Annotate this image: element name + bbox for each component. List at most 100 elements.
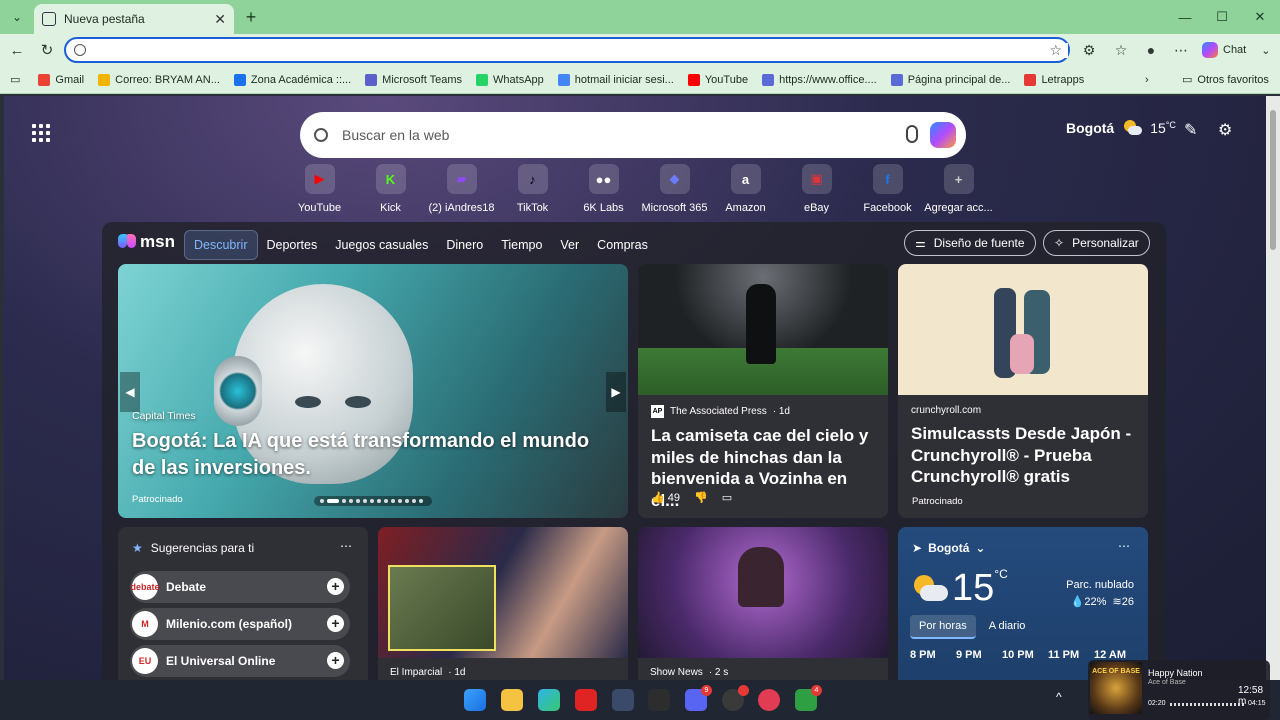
notion-icon[interactable] <box>648 689 670 711</box>
microphone-icon[interactable] <box>906 125 918 143</box>
bookmark-item[interactable]: Microsoft Teams <box>365 73 462 86</box>
tab-hourly[interactable]: Por horas <box>910 615 976 639</box>
other-favorites[interactable]: ▭ Otros favoritos <box>1182 73 1269 87</box>
quick-link[interactable]: f Facebook <box>852 164 923 214</box>
tab-4[interactable]: Tiempo <box>492 231 551 259</box>
quick-link[interactable]: ●● 6K Labs <box>568 164 639 214</box>
font-design-button[interactable]: ⚌ Diseño de fuente <box>904 230 1036 256</box>
bookmark-item[interactable]: Gmail <box>38 73 85 86</box>
quick-link[interactable]: ▣ eBay <box>781 164 852 214</box>
copilot-chat-button[interactable]: Chat ⌄ <box>1202 39 1270 61</box>
quick-link[interactable]: a Amazon <box>710 164 781 214</box>
scrollbar-thumb[interactable] <box>1270 110 1276 250</box>
follow-plus-icon[interactable]: + <box>327 615 344 632</box>
steam-icon[interactable] <box>722 685 749 711</box>
weather-location: Bogotá <box>928 541 970 555</box>
discord-icon[interactable]: 9 <box>685 685 712 711</box>
carousel-next-button[interactable]: ▶ <box>606 372 626 412</box>
edge-icon[interactable] <box>538 689 560 711</box>
start-icon[interactable] <box>464 689 486 711</box>
browser-tab[interactable]: Nueva pestaña ✕ <box>34 4 234 34</box>
weather-summary[interactable]: Bogotá 15°C <box>1066 120 1176 136</box>
news-card[interactable]: El Imparcial · 1d <box>378 527 628 680</box>
chevron-right-icon[interactable]: › <box>1145 74 1149 86</box>
xbox-icon[interactable]: 4 <box>795 685 822 711</box>
new-tab-button[interactable]: + <box>240 6 262 28</box>
follow-plus-icon[interactable]: + <box>327 578 344 595</box>
media-player-icon[interactable] <box>758 689 780 711</box>
close-tab-icon[interactable]: ✕ <box>214 11 226 28</box>
bookmark-item[interactable]: Zona Académica ::... <box>233 73 351 86</box>
quick-link[interactable]: ▶ YouTube <box>284 164 355 214</box>
more-options-icon[interactable]: ⋯ <box>1118 539 1130 553</box>
tab-1[interactable]: Deportes <box>258 231 327 259</box>
news-card[interactable]: AP The Associated Press · 1d La camiseta… <box>638 264 888 518</box>
address-input[interactable] <box>94 42 1068 58</box>
quick-link[interactable]: ♪ TikTok <box>497 164 568 214</box>
bookmark-item[interactable]: Letrapps <box>1024 73 1084 86</box>
tab-5[interactable]: Ver <box>551 231 588 259</box>
like-button[interactable]: 👍 49 <box>651 491 680 504</box>
reading-list-icon[interactable]: ▭ <box>10 73 20 86</box>
quick-link[interactable]: K Kick <box>355 164 426 214</box>
bookmark-label: Gmail <box>55 73 85 86</box>
more-menu-icon[interactable]: ⋯ <box>1170 39 1192 61</box>
suggestion-row[interactable]: debate Debate + <box>130 571 350 603</box>
tab-2[interactable]: Juegos casuales <box>326 231 437 259</box>
msn-logo[interactable]: msn <box>118 232 175 252</box>
page-scrollbar[interactable] <box>1266 96 1280 680</box>
app-launcher-icon[interactable] <box>32 124 50 142</box>
bookmark-item[interactable]: hotmail iniciar sesi... <box>557 73 674 86</box>
file-explorer-icon[interactable] <box>501 689 523 711</box>
maximize-button[interactable]: ☐ <box>1207 6 1237 28</box>
bookmark-item[interactable]: https://www.office.... <box>762 73 877 86</box>
reload-button[interactable]: ↻ <box>36 39 58 61</box>
tab-3[interactable]: Dinero <box>437 231 492 259</box>
chevron-up-icon[interactable]: ^ <box>1056 690 1062 704</box>
media-widget[interactable]: ACE OF BASE Happy Nation Ace of Base 12:… <box>1088 660 1270 720</box>
hero-title[interactable]: Bogotá: La IA que está transformando el … <box>132 428 612 482</box>
settings-gear-icon[interactable]: ⚙ <box>1218 120 1232 140</box>
weather-card[interactable]: ➤ Bogotá ⌄ ⋯ 15°C Parc. nublado 💧22% ≋26… <box>898 527 1148 680</box>
quick-link[interactable]: + Agregar acc... <box>923 164 994 214</box>
bookmark-item[interactable]: Correo: BRYAM AN... <box>98 73 220 86</box>
carousel-prev-button[interactable]: ◀ <box>120 372 140 412</box>
suggestion-row[interactable]: M Milenio.com (español) + <box>130 608 350 640</box>
close-window-button[interactable]: ✕ <box>1245 6 1275 28</box>
carousel-dots[interactable] <box>314 496 432 506</box>
tab-daily[interactable]: A diario <box>980 615 1035 639</box>
news-title[interactable]: Simulcassts Desde Japón - Crunchyroll® -… <box>911 423 1139 488</box>
bookmark-item[interactable]: WhatsApp <box>476 73 544 86</box>
favorites-icon[interactable]: ☆ <box>1110 39 1132 61</box>
tab-actions-menu[interactable]: ⌄ <box>6 6 28 28</box>
favorite-star-icon[interactable]: ☆ <box>1049 42 1062 59</box>
back-button[interactable]: ← <box>6 39 28 61</box>
tab-6[interactable]: Compras <box>588 231 657 259</box>
web-search-box[interactable]: Buscar en la web <box>300 112 966 158</box>
follow-plus-icon[interactable]: + <box>327 652 344 669</box>
sponsored-card[interactable]: crunchyroll.com Simulcassts Desde Japón … <box>898 264 1148 518</box>
more-options-icon[interactable]: ⋯ <box>340 539 352 553</box>
suggestion-row[interactable]: EU El Universal Online + <box>130 645 350 677</box>
bookmark-label: hotmail iniciar sesi... <box>574 73 674 86</box>
hero-article-card[interactable]: ◀ ▶ Capital Times Bogotá: La IA que está… <box>118 264 628 518</box>
chevron-down-icon[interactable]: ⌄ <box>975 541 985 555</box>
bookmark-item[interactable]: YouTube <box>687 73 748 86</box>
tab-0[interactable]: Descubrir <box>184 230 258 260</box>
edit-pencil-icon[interactable]: ✎ <box>1184 120 1197 140</box>
app-icon[interactable] <box>612 689 634 711</box>
dislike-icon[interactable]: 👎 <box>694 491 708 504</box>
extensions-icon[interactable]: ⚙ <box>1078 39 1100 61</box>
progress-bar[interactable] <box>1170 703 1244 706</box>
personalize-button[interactable]: ✧ Personalizar <box>1043 230 1150 256</box>
profile-avatar[interactable]: ● <box>1140 39 1162 61</box>
quick-link[interactable]: ◆ Microsoft 365 <box>639 164 710 214</box>
quick-link[interactable]: ▰ (2) iAndres18 <box>426 164 497 214</box>
comment-icon[interactable]: ▭ <box>722 491 732 504</box>
bookmark-item[interactable]: Página principal de... <box>890 73 1010 86</box>
minimize-button[interactable]: — <box>1170 6 1200 28</box>
address-bar[interactable]: ☆ <box>64 37 1070 63</box>
copilot-icon[interactable] <box>930 122 956 148</box>
youtube-icon[interactable] <box>575 689 597 711</box>
news-card[interactable]: Show News · 2 s <box>638 527 888 680</box>
